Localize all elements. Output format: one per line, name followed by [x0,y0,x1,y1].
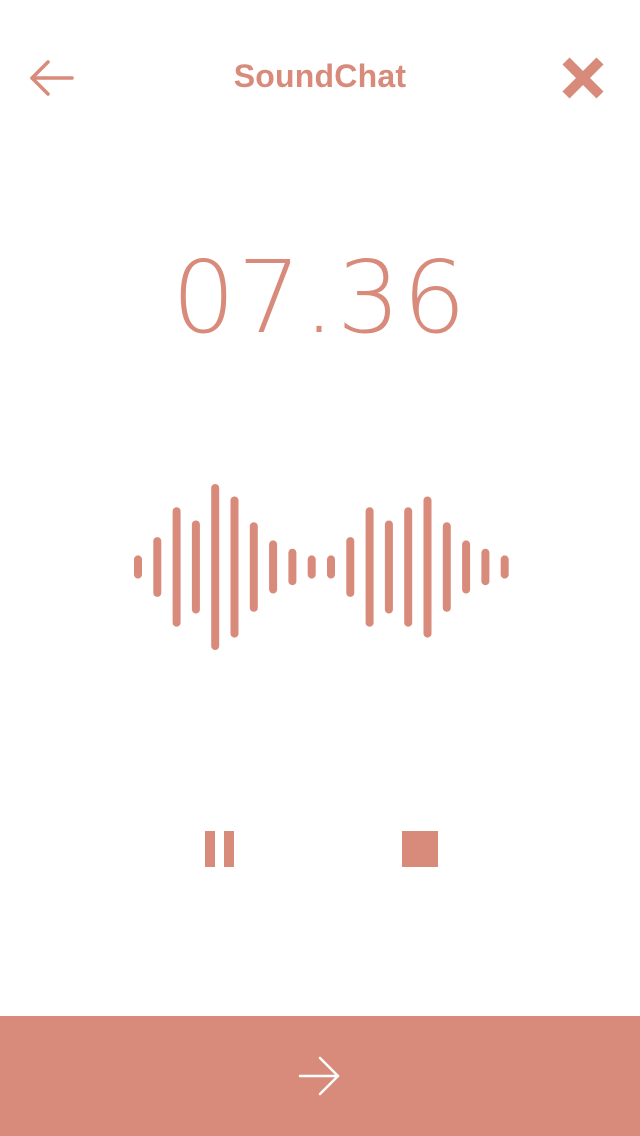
waveform-bar [481,548,490,586]
waveform-bar [211,484,220,650]
stop-icon [402,831,438,867]
waveform-bar [288,548,297,586]
waveform-bar [500,555,509,579]
waveform-bar [327,555,335,579]
waveform-bar [269,540,278,594]
waveform-bar [172,507,181,627]
recording-timer: 07.36 [171,239,469,356]
close-x-icon [562,57,604,99]
waveform-bar [365,507,374,627]
audio-waveform [134,484,509,650]
app-title: SoundChat [233,58,407,94]
waveform-bar [153,537,162,597]
waveform-bar [423,496,432,638]
waveform-bar [134,555,142,579]
pause-icon [205,831,234,867]
waveform-bar [307,555,316,579]
stop-button[interactable] [396,824,444,876]
close-button[interactable] [556,52,610,104]
waveform-bar [462,540,471,594]
waveform-bar [384,520,393,614]
next-button[interactable] [294,1050,346,1102]
pause-button[interactable] [196,824,244,876]
waveform-bar [191,520,200,614]
waveform-bar [230,496,239,638]
waveform-bar [442,522,451,612]
waveform-bar [346,537,355,597]
waveform-bar [249,522,258,612]
forward-arrow-icon [298,1056,340,1096]
app-header: SoundChat [0,0,640,156]
continue-bar[interactable] [0,1016,640,1136]
waveform-bar [404,507,413,627]
